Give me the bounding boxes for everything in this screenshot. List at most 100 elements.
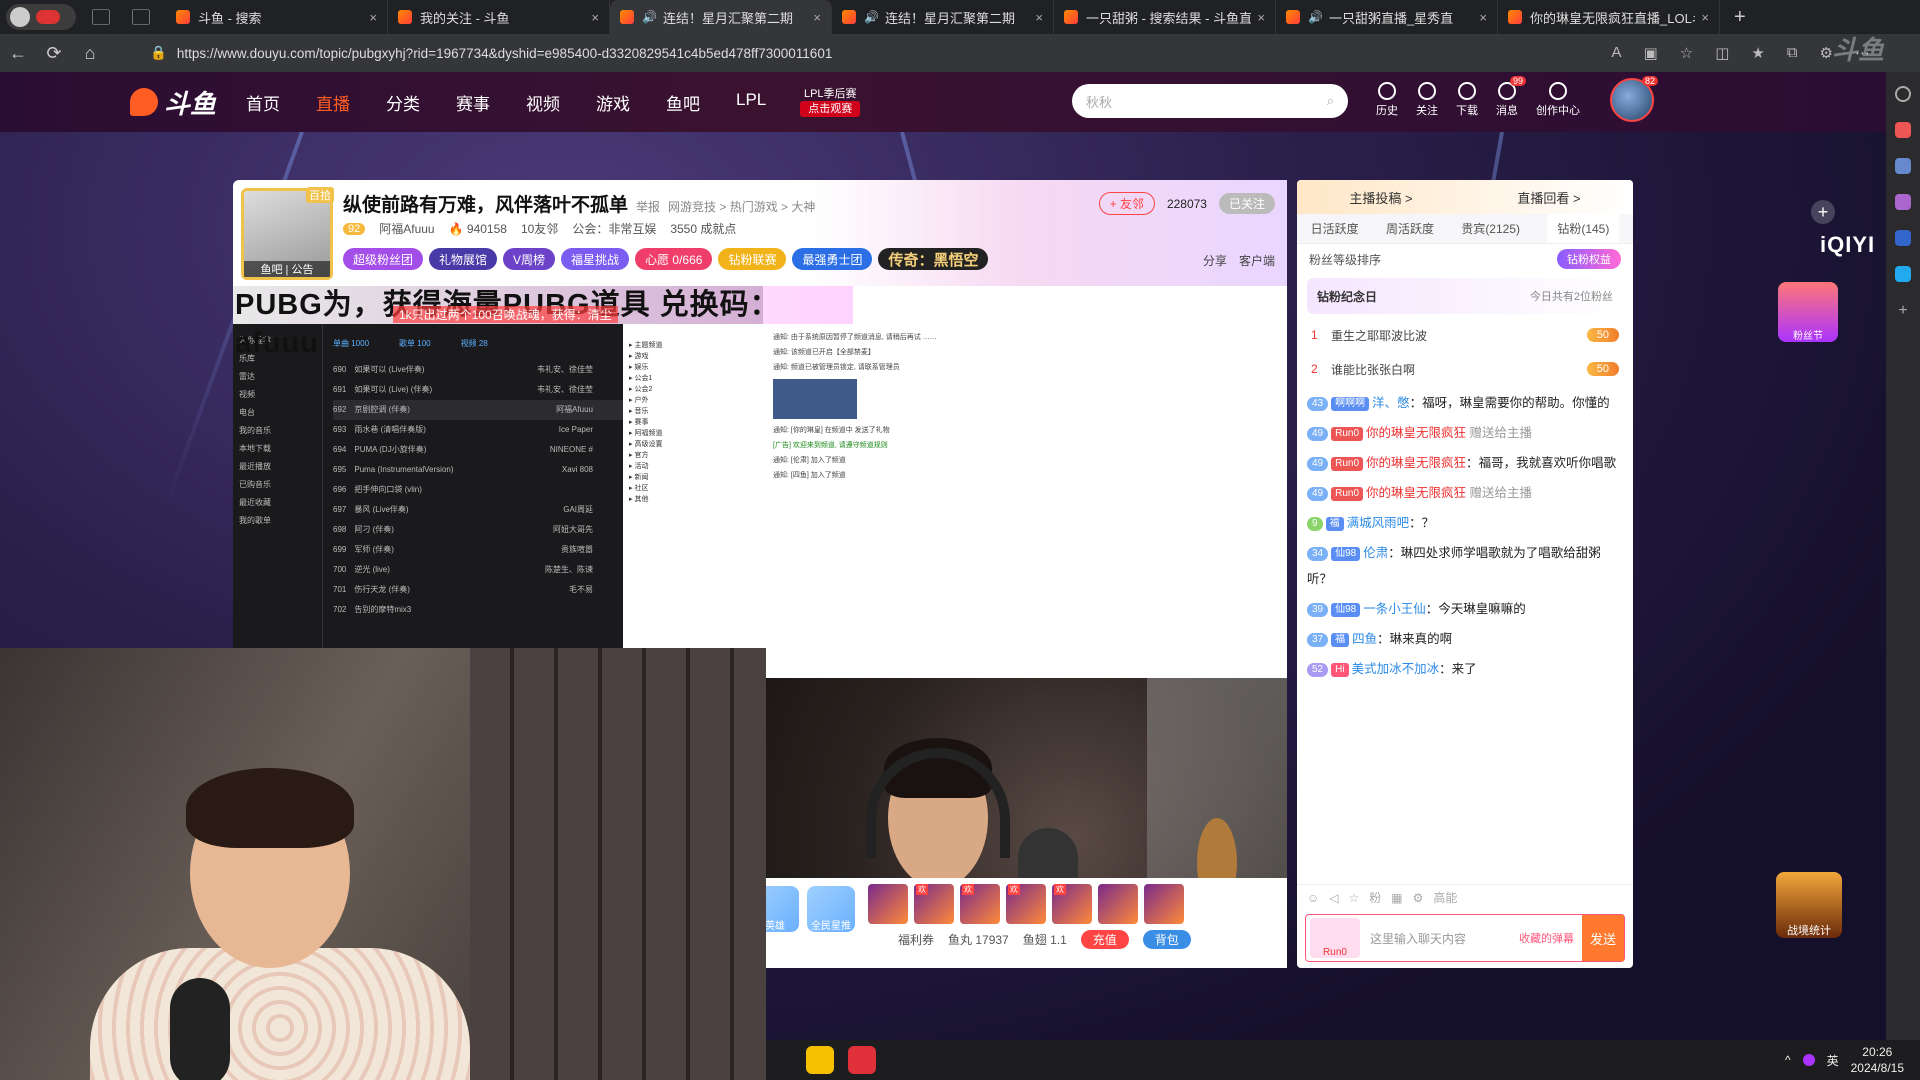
header-follow[interactable]: 关注 — [1416, 82, 1438, 118]
back-icon[interactable]: ← — [0, 43, 36, 64]
telegram-icon[interactable] — [1895, 266, 1911, 282]
read-aloud-icon[interactable]: A — [1612, 44, 1622, 62]
new-tab-button[interactable]: + — [1734, 6, 1746, 29]
close-tab-icon[interactable]: × — [813, 10, 821, 25]
close-tab-icon[interactable]: × — [1479, 10, 1487, 25]
chat-rank-tab[interactable]: 贵宾(2125) — [1461, 220, 1520, 237]
gift-item[interactable] — [1098, 884, 1138, 924]
emoji-icon[interactable]: ☺ — [1307, 891, 1319, 905]
fan-rank-label[interactable]: 粉丝等级排序 — [1309, 251, 1381, 268]
room-badge[interactable]: 最强勇士团 — [792, 248, 873, 270]
header-message[interactable]: 消息 99 — [1496, 76, 1526, 118]
lpl-playoffs-badge[interactable]: LPL季后赛 点击观赛 — [800, 87, 861, 117]
gift-item[interactable] — [868, 884, 908, 924]
header-history[interactable]: 历史 — [1376, 82, 1398, 118]
chat-username[interactable]: 一条小王仙 — [1363, 602, 1426, 616]
header-download[interactable]: 下载 — [1456, 82, 1478, 118]
ime-indicator[interactable]: 英 — [1827, 1052, 1839, 1069]
voucher-link[interactable]: 福利券 — [898, 931, 934, 948]
nav-item[interactable]: 视频 — [526, 90, 560, 115]
mute-icon[interactable]: ◁ — [1329, 891, 1338, 905]
room-badge[interactable]: 钻粉联赛 — [718, 248, 787, 270]
client-download-button[interactable]: 客户端 — [1239, 252, 1275, 269]
fan-badge[interactable]: 啊啊啊 — [1331, 396, 1370, 411]
office-icon[interactable] — [1895, 230, 1911, 246]
nav-item[interactable]: 首页 — [246, 90, 280, 115]
room-badge[interactable]: V周榜 — [503, 248, 556, 270]
browser-tab[interactable]: 斗鱼 - 搜索 × — [166, 0, 388, 34]
chat-username[interactable]: 伦肃 — [1363, 546, 1388, 560]
fan-rights-button[interactable]: 钻粉权益 — [1557, 249, 1621, 269]
nav-item[interactable]: LPL — [736, 90, 766, 115]
backpack-button[interactable]: 背包 — [1142, 930, 1191, 949]
speaker-icon[interactable]: 🔊 — [642, 10, 657, 24]
add-float-button[interactable]: + — [1811, 200, 1835, 224]
chat-input[interactable]: Run0 这里输入聊天内容 收藏的弹幕 发送 — [1305, 914, 1625, 962]
app-icon[interactable] — [848, 1046, 876, 1074]
fan-badge[interactable]: Run0 — [1331, 456, 1364, 471]
favorite-star-icon[interactable]: ☆ — [1680, 44, 1693, 62]
browser-tab[interactable]: 🔊 一只甜粥直播_星秀直 × — [1276, 0, 1498, 34]
fan-badge[interactable]: Run0 — [1331, 486, 1364, 501]
fan-badge[interactable]: 仙98 — [1331, 546, 1361, 561]
barrage-icon[interactable]: ▦ — [1391, 891, 1402, 905]
extensions-icon[interactable]: ⚙ — [1820, 44, 1833, 62]
fan-festival-badge[interactable]: 粉丝节 — [1778, 282, 1838, 342]
fan-badge[interactable]: 仙98 — [1331, 602, 1361, 617]
close-tab-icon[interactable]: × — [1035, 10, 1043, 25]
room-badge[interactable]: 心愿 0/666 — [635, 248, 713, 270]
chat-rank-tab[interactable]: 周活跃度 — [1386, 220, 1434, 237]
browser-tab[interactable]: 🔊 连结！星月汇聚第二期 × — [832, 0, 1054, 34]
fan-memorial-banner[interactable]: 钻粉纪念日 今日共有2位粉丝 — [1307, 278, 1623, 314]
close-tab-icon[interactable]: × — [1701, 10, 1709, 25]
chat-username[interactable]: 你的琳皇无限疯狂 — [1366, 456, 1466, 470]
share-button[interactable]: 分享 — [1203, 252, 1227, 269]
send-button[interactable]: 发送 — [1582, 915, 1624, 961]
chat-username[interactable]: 你的琳皇无限疯狂 — [1366, 486, 1466, 500]
chat-username[interactable]: 四鱼 — [1352, 632, 1377, 646]
charge-button[interactable]: 充值 — [1080, 930, 1129, 949]
close-tab-icon[interactable]: × — [369, 10, 377, 25]
close-tab-icon[interactable]: × — [591, 10, 599, 25]
chat-top-tab[interactable]: 直播回看 > — [1517, 188, 1580, 207]
chat-fan-badge[interactable]: Run0 — [1310, 918, 1360, 958]
room-badge[interactable]: 礼物展馆 — [429, 248, 498, 270]
browser-tab[interactable]: 我的关注 - 斗鱼 × — [388, 0, 610, 34]
chat-input-placeholder[interactable]: 这里输入聊天内容 — [1360, 930, 1519, 947]
chat-rank-tab[interactable]: 钻粉(145) — [1547, 214, 1620, 243]
room-badge[interactable]: 福星挑战 — [561, 248, 630, 270]
gift-item[interactable]: 欢 — [1006, 884, 1046, 924]
tray-app-icon[interactable] — [1802, 1054, 1815, 1066]
gift-promo[interactable]: 全民星推 — [807, 886, 855, 932]
speaker-icon[interactable]: 🔊 — [1308, 10, 1323, 24]
friends-count[interactable]: 10友邻 — [521, 220, 558, 237]
fan-rank-item[interactable]: 2 谁能比张张白啊 50 — [1297, 352, 1633, 386]
fan-badge[interactable]: 福 — [1331, 632, 1350, 647]
browser-profile-button[interactable] — [6, 4, 76, 30]
browser-tab[interactable]: 你的琳皇无限疯狂直播_LOL斗 × — [1498, 0, 1720, 34]
app-available-icon[interactable]: ▣ — [1644, 44, 1658, 62]
room-category[interactable]: 网游竞技 > 热门游戏 > 大神 — [668, 200, 815, 214]
tools-icon[interactable] — [1895, 158, 1911, 174]
tray-chevron-icon[interactable]: ^ — [1785, 1053, 1791, 1067]
high-energy-tab[interactable]: 高能 — [1433, 889, 1457, 906]
chat-rank-tab[interactable]: 日活跃度 — [1311, 220, 1359, 237]
games-icon[interactable] — [1895, 194, 1911, 210]
app-icon[interactable] — [806, 1046, 834, 1074]
nav-item[interactable]: 直播 — [316, 90, 350, 115]
chat-username[interactable]: 美式加冰不加冰 — [1352, 662, 1440, 676]
tab-actions-icon[interactable] — [132, 9, 150, 25]
add-sidebar-icon[interactable]: + — [1895, 302, 1911, 319]
add-friend-button[interactable]: + 友邻 — [1098, 192, 1155, 215]
home-icon[interactable]: ⌂ — [72, 43, 108, 64]
fan-badge[interactable]: Hi — [1331, 662, 1349, 677]
chat-username[interactable]: 洋、憋 — [1372, 396, 1410, 410]
speaker-icon[interactable]: 🔊 — [864, 10, 879, 24]
search-icon[interactable]: ⌕ — [1327, 93, 1334, 109]
fan-icon[interactable]: 粉 — [1369, 889, 1381, 906]
user-avatar[interactable]: 82 — [1610, 76, 1658, 122]
clock[interactable]: 20:26 2024/8/15 — [1851, 1044, 1904, 1076]
url-field[interactable]: 🔒 https://www.douyu.com/topic/pubgxyhj?ri… — [150, 39, 1460, 67]
search-icon[interactable] — [1895, 86, 1911, 102]
gift-item[interactable] — [1144, 884, 1184, 924]
